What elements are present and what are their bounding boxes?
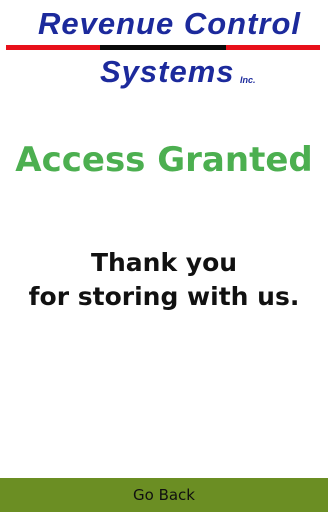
access-granted-screen: Revenue Control Systems Inc. Access Gran…: [0, 0, 328, 512]
logo-underline-bar: [6, 45, 320, 50]
logo-bar-red-right: [226, 45, 320, 50]
go-back-button[interactable]: Go Back: [0, 478, 328, 512]
message-line1: Thank you: [90, 248, 238, 277]
message-line2: for storing with us.: [28, 282, 300, 311]
logo-inc-suffix: Inc.: [240, 75, 256, 85]
logo-text-line1: Revenue Control: [38, 6, 302, 41]
logo-bar-black: [100, 45, 226, 50]
access-status-title: Access Granted: [15, 140, 313, 180]
thank-you-message: Thank you for storing with us.: [0, 246, 328, 314]
logo-bar-red-left: [6, 45, 100, 50]
company-logo: Revenue Control Systems Inc.: [0, 0, 328, 100]
logo-text-line2: Systems: [100, 54, 235, 89]
